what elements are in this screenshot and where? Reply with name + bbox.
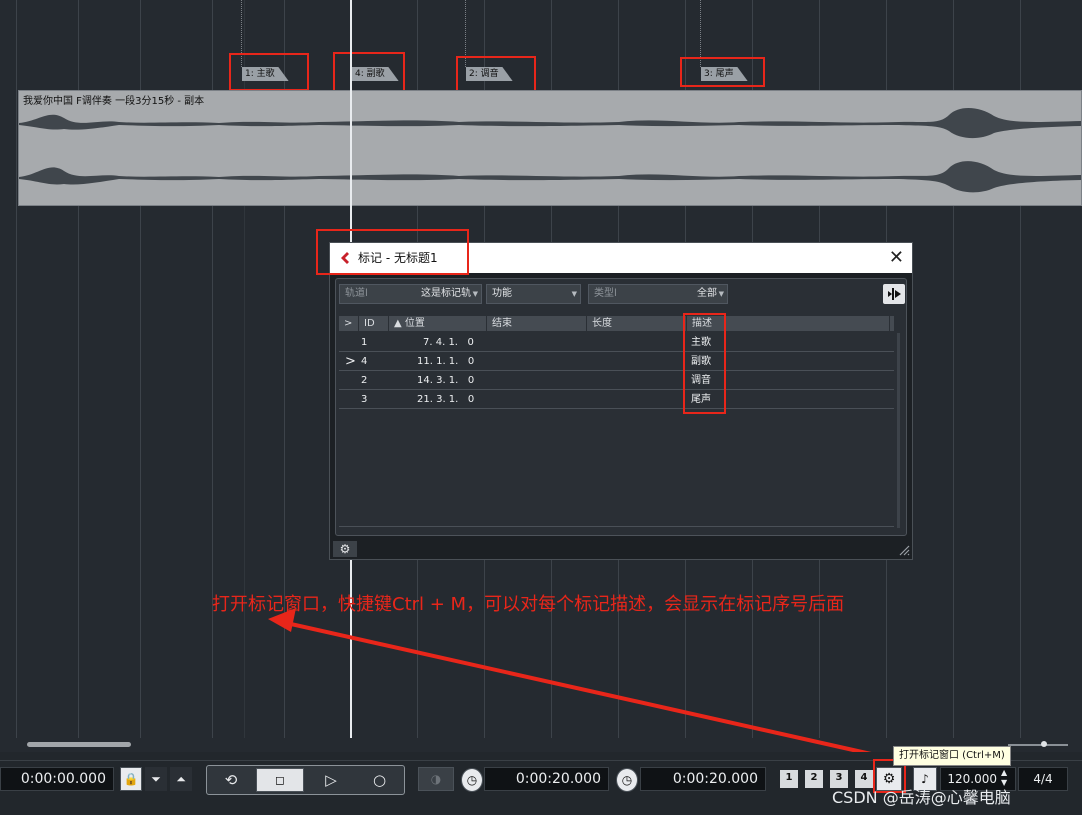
horizontal-scrollbar[interactable]	[27, 742, 131, 747]
right-locator-time[interactable]: 0:00:20.000	[640, 767, 766, 791]
settings-button[interactable]: ⚙	[333, 541, 357, 557]
highlight-marker-2	[456, 56, 536, 92]
punch-out-button[interactable]: ⏶	[170, 767, 192, 791]
marker-list-panel: 轨道l 这是标记轨 ▼ 功能 ▼ 类型l 全部 ▼ > ID ▲ 位置 结束 长…	[335, 278, 907, 536]
left-locator-icon[interactable]: ◷	[461, 768, 483, 792]
locate-marker-button[interactable]	[883, 284, 905, 304]
tooltip: 打开标记窗口 (Ctrl+M)	[893, 746, 1011, 766]
table-bottom-line	[339, 526, 894, 527]
marker-window: 标记 - 无标题1 ✕ 轨道l 这是标记轨 ▼ 功能 ▼ 类型l 全部 ▼ > …	[329, 242, 913, 560]
marker-table-header: > ID ▲ 位置 结束 长度 描述	[339, 316, 894, 331]
highlight-marker-4	[333, 52, 405, 93]
waveform	[19, 107, 1081, 193]
col-expand[interactable]: >	[339, 316, 359, 331]
highlight-dialog-title	[316, 229, 469, 275]
track-select[interactable]: 轨道l 这是标记轨 ▼	[339, 284, 482, 304]
locator-button-2[interactable]: 2	[805, 770, 823, 788]
locator-button-1[interactable]: 1	[780, 770, 798, 788]
play-button[interactable]: ▷	[308, 768, 354, 792]
watermark: CSDN @岳涛@心馨电脑	[832, 788, 1011, 807]
primary-time-display[interactable]: 0:00:00.000	[0, 767, 114, 791]
marker-window-footer: ⚙	[330, 539, 912, 559]
cycle-button[interactable]: ⟲	[209, 768, 253, 792]
table-row[interactable]: 2 14. 3. 1. 0 调音	[339, 371, 894, 390]
table-row[interactable]: 1 7. 4. 1. 0 主歌	[339, 333, 894, 352]
track-select-value: 这是标记轨	[421, 288, 471, 299]
col-end[interactable]: 结束	[487, 316, 587, 331]
type-select[interactable]: 类型l 全部 ▼	[588, 284, 728, 304]
annotation-text: 打开标记窗口，快捷键Ctrl + M，可以对每个标记描述，会显示在标记序号后面	[212, 594, 845, 615]
type-select-value: 全部	[697, 288, 717, 299]
table-row[interactable]: 3 21. 3. 1. 0 尾声	[339, 390, 894, 409]
col-length[interactable]: 长度	[587, 316, 687, 331]
chevron-down-icon: ▼	[718, 290, 724, 298]
highlight-marker-3	[680, 57, 765, 87]
chevron-down-icon: ▼	[571, 290, 577, 298]
zoom-slider-handle[interactable]	[1041, 741, 1047, 747]
punch-in-button[interactable]: ⏷	[145, 767, 167, 791]
col-id[interactable]: ID	[359, 316, 389, 331]
highlight-marker-1	[229, 53, 309, 91]
record-button[interactable]: ○	[357, 768, 402, 792]
table-row[interactable]: > 4 11. 1. 1. 0 副歌	[339, 352, 894, 371]
right-locator-icon[interactable]: ◷	[616, 768, 638, 792]
function-select[interactable]: 功能 ▼	[486, 284, 581, 304]
col-position[interactable]: ▲ 位置	[389, 316, 487, 331]
time-signature[interactable]: 4/4	[1018, 767, 1068, 791]
audio-event[interactable]: 我爱你中国 F调伴奏 一段3分15秒 - 副本	[18, 90, 1082, 206]
table-scrollbar[interactable]	[897, 333, 900, 528]
close-icon[interactable]: ✕	[889, 243, 904, 273]
chevron-down-icon: ▼	[472, 290, 478, 298]
left-locator-time[interactable]: 0:00:20.000	[484, 767, 609, 791]
zoom-slider[interactable]	[1008, 744, 1068, 746]
locate-marker-icon	[888, 288, 901, 300]
highlight-description-column	[683, 313, 726, 414]
stop-button[interactable]: ◻	[256, 768, 304, 792]
click-toggle[interactable]: ◑	[418, 767, 454, 791]
resize-grip-icon[interactable]	[898, 544, 910, 556]
lock-button[interactable]: 🔒	[120, 767, 142, 791]
